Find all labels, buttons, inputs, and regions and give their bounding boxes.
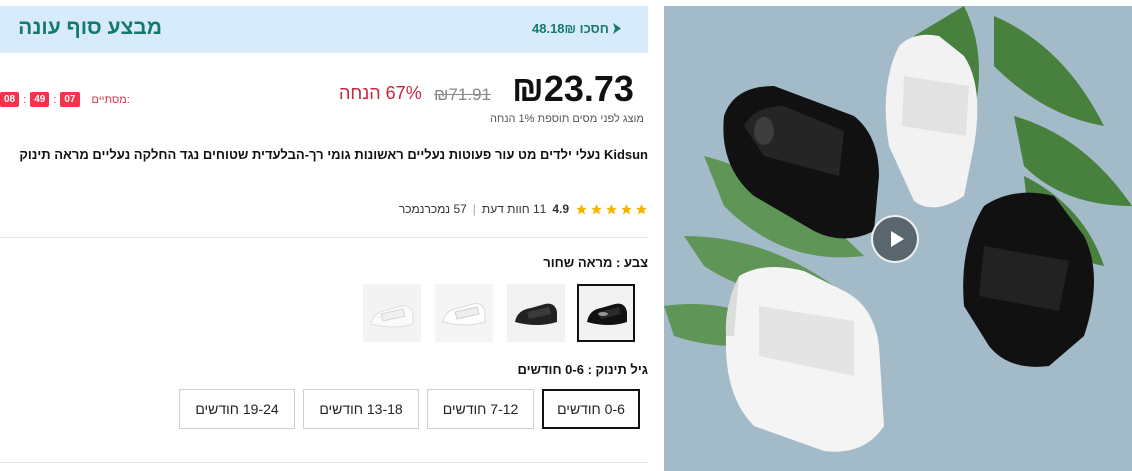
tax-note: מוצג לפני מסים תוספת 1% הנחה [490, 113, 644, 125]
timer-seconds: 08 [0, 92, 20, 107]
rating-score: 4.9 [552, 202, 569, 216]
shoe-white-patent-thumbnail [435, 284, 493, 342]
timer-minutes: 49 [30, 92, 50, 107]
shoe-black-matte-thumbnail [507, 284, 565, 342]
star-icon [636, 203, 647, 214]
shoe-black-patent-thumbnail [579, 286, 633, 340]
timer-label: מסתיים: [91, 93, 130, 106]
product-title: Kidsun נעלי ילדים מט עור פעוטות נעליים ר… [8, 145, 648, 165]
discount-label: 67% הנחה [339, 83, 422, 103]
color-swatches [363, 282, 641, 344]
banner-savings: 48.18₪ חסכו [532, 21, 623, 36]
color-swatch-white-patent[interactable] [435, 284, 493, 342]
banner-title: מבצע סוף עונה [18, 16, 162, 39]
size-option-7-12[interactable]: 7-12 חודשים [427, 389, 534, 429]
price-row: ₪23.73 ₪71.91 67% הנחה 08 : 49 : 07 מסתי… [0, 68, 650, 112]
size-options: 0-6 חודשים 7-12 חודשים 13-18 חודשים 19-2… [0, 389, 650, 431]
product-name: נעלי ילדים מט עור פעוטות נעליים ראשונות … [19, 147, 601, 162]
sold-count: 57 נמכרנמכר [398, 202, 467, 216]
size-option-0-6[interactable]: 0-6 חודשים [542, 389, 640, 429]
divider [0, 462, 648, 463]
original-price: ₪71.91 [434, 85, 491, 104]
savings-text: 48.18₪ חסכו [532, 21, 609, 36]
rating-stars [575, 203, 648, 216]
star-icon [576, 203, 587, 214]
color-swatch-black-patent[interactable] [577, 284, 635, 342]
star-icon [621, 203, 632, 214]
color-label: צבע : מראה שחור [543, 255, 648, 270]
sale-banner: מבצע סוף עונה 48.18₪ חסכו [0, 6, 648, 53]
savings-arrow-icon [612, 23, 621, 34]
play-video-button[interactable] [871, 215, 919, 263]
size-option-19-24[interactable]: 19-24 חודשים [179, 389, 295, 429]
star-icon [606, 203, 617, 214]
brand-name[interactable]: Kidsun [604, 147, 648, 162]
shoe-white-matte-thumbnail [363, 284, 421, 342]
countdown-timer: 08 : 49 : 07 מסתיים: [0, 92, 130, 107]
color-swatch-white-matte[interactable] [363, 284, 421, 342]
current-price: ₪23.73 [512, 68, 634, 109]
timer-hours: 07 [60, 92, 80, 107]
play-icon [891, 231, 904, 247]
size-option-13-18[interactable]: 13-18 חודשים [303, 389, 419, 429]
product-info-panel: מבצע סוף עונה 48.18₪ חסכו ₪23.73 ₪71.91 … [0, 0, 650, 471]
rating-row: 4.9 11 חוות דעת | 57 נמכרנמכר [399, 202, 648, 216]
star-icon [591, 203, 602, 214]
size-label: גיל תינוק : 0-6 חודשים [517, 362, 648, 377]
product-image[interactable] [664, 6, 1132, 471]
color-swatch-black-matte[interactable] [507, 284, 565, 342]
review-count[interactable]: 11 חוות דעת [482, 202, 546, 216]
divider [0, 237, 648, 238]
